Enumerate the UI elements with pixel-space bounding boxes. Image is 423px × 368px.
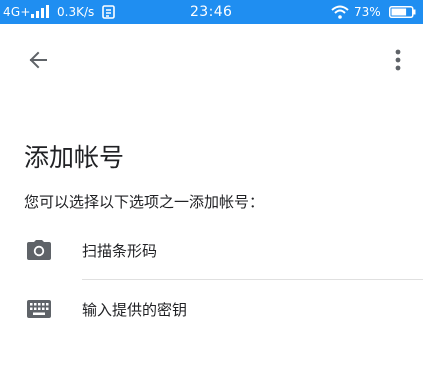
camera-icon [27, 240, 51, 260]
more-vert-icon[interactable] [385, 44, 411, 76]
keyboard-icon [27, 300, 51, 318]
scan-barcode-label: 扫描条形码 [82, 242, 158, 260]
app-bar [0, 24, 423, 92]
option-divider [82, 279, 423, 280]
battery-percent: 73% [354, 5, 381, 19]
scan-barcode-option[interactable]: 扫描条形码 [0, 223, 423, 281]
signal-icon [31, 5, 49, 18]
enter-key-label: 输入提供的密钥 [82, 301, 188, 319]
status-bar: 4G+ 0.3K/s 23:46 73% [0, 0, 423, 24]
page-subtitle: 您可以选择以下选项之一添加帐号： [24, 193, 265, 211]
wifi-icon [331, 5, 349, 19]
enter-key-option[interactable]: 输入提供的密钥 [0, 281, 423, 339]
page-title: 添加帐号 [24, 143, 125, 172]
clock: 23:46 [190, 4, 233, 20]
network-speed: 0.3K/s [57, 5, 95, 19]
sync-icon [102, 5, 115, 19]
network-type: 4G+ [3, 5, 31, 19]
battery-icon [389, 6, 416, 18]
arrow-back-icon[interactable] [22, 44, 54, 76]
